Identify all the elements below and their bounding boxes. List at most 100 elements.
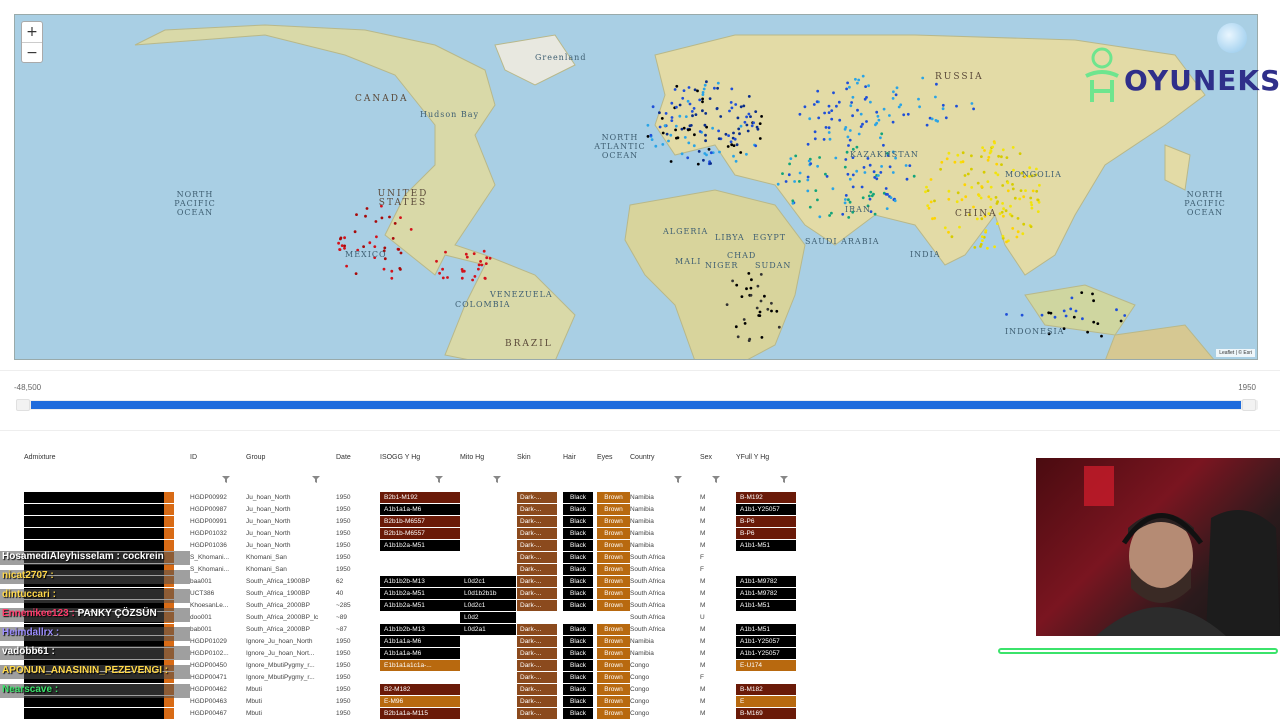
sample-marker[interactable] bbox=[859, 112, 863, 116]
range-handle-min[interactable] bbox=[16, 399, 30, 411]
sample-marker[interactable] bbox=[1001, 202, 1004, 205]
sample-marker[interactable] bbox=[477, 267, 480, 271]
sample-marker[interactable] bbox=[373, 245, 377, 249]
sample-marker[interactable] bbox=[832, 91, 835, 95]
column-header-mito-hg[interactable]: Mito Hg bbox=[460, 454, 484, 461]
sample-marker[interactable] bbox=[844, 158, 848, 161]
sample-marker[interactable] bbox=[743, 120, 747, 124]
sample-marker[interactable] bbox=[973, 246, 977, 249]
sample-marker[interactable] bbox=[680, 127, 684, 131]
sample-marker[interactable] bbox=[806, 142, 810, 146]
table-row[interactable]: HGDP00992 Ju_hoan_North 1950 B2b1-M192 Dark-… bbox=[20, 492, 800, 504]
sample-marker[interactable] bbox=[823, 111, 826, 115]
sample-marker[interactable] bbox=[929, 178, 933, 181]
sample-marker[interactable] bbox=[815, 100, 819, 104]
sample-marker[interactable] bbox=[446, 276, 449, 279]
range-handle-max[interactable] bbox=[1242, 399, 1256, 411]
sample-marker[interactable] bbox=[851, 114, 854, 118]
sample-marker[interactable] bbox=[1092, 320, 1096, 324]
sample-marker[interactable] bbox=[473, 275, 477, 278]
sample-marker[interactable] bbox=[438, 271, 441, 275]
sample-marker[interactable] bbox=[906, 112, 910, 116]
sample-marker[interactable] bbox=[895, 86, 899, 90]
sample-marker[interactable] bbox=[444, 250, 447, 254]
sample-marker[interactable] bbox=[1006, 181, 1010, 185]
sample-marker[interactable] bbox=[460, 276, 464, 280]
sample-marker[interactable] bbox=[848, 129, 852, 132]
sample-marker[interactable] bbox=[841, 212, 845, 216]
sample-marker[interactable] bbox=[739, 105, 743, 109]
sample-marker[interactable] bbox=[892, 90, 895, 94]
sample-marker[interactable] bbox=[931, 217, 934, 221]
sample-marker[interactable] bbox=[861, 74, 865, 78]
sample-marker[interactable] bbox=[848, 177, 852, 181]
sample-marker[interactable] bbox=[776, 182, 780, 186]
column-header-skin[interactable]: Skin bbox=[517, 454, 531, 461]
sample-marker[interactable] bbox=[747, 272, 751, 275]
sample-marker[interactable] bbox=[941, 103, 945, 107]
column-header-eyes[interactable]: Eyes bbox=[597, 454, 613, 461]
sample-marker[interactable] bbox=[732, 154, 735, 158]
sample-marker[interactable] bbox=[703, 123, 707, 127]
sample-marker[interactable] bbox=[984, 229, 988, 233]
sample-marker[interactable] bbox=[941, 107, 945, 111]
sample-marker[interactable] bbox=[867, 194, 871, 198]
sample-marker[interactable] bbox=[982, 170, 986, 174]
sample-marker[interactable] bbox=[816, 198, 819, 202]
sample-marker[interactable] bbox=[678, 114, 682, 118]
sample-marker[interactable] bbox=[995, 162, 999, 166]
sample-marker[interactable] bbox=[693, 133, 696, 137]
sample-marker[interactable] bbox=[926, 189, 930, 193]
sample-marker[interactable] bbox=[993, 245, 996, 249]
sample-marker[interactable] bbox=[754, 144, 758, 148]
sample-marker[interactable] bbox=[847, 144, 850, 147]
sample-marker[interactable] bbox=[1011, 183, 1014, 186]
sample-marker[interactable] bbox=[337, 241, 340, 245]
sample-marker[interactable] bbox=[979, 245, 982, 248]
sample-marker[interactable] bbox=[674, 124, 678, 128]
sample-marker[interactable] bbox=[746, 129, 750, 133]
sample-marker[interactable] bbox=[747, 95, 751, 98]
sample-marker[interactable] bbox=[828, 214, 831, 217]
sample-marker[interactable] bbox=[1029, 196, 1033, 200]
sample-marker[interactable] bbox=[861, 122, 864, 126]
sample-marker[interactable] bbox=[749, 293, 753, 297]
sample-marker[interactable] bbox=[857, 132, 861, 136]
sample-marker[interactable] bbox=[855, 145, 859, 149]
sample-marker[interactable] bbox=[875, 177, 879, 181]
sample-marker[interactable] bbox=[701, 91, 705, 94]
sample-marker[interactable] bbox=[882, 107, 886, 111]
sample-marker[interactable] bbox=[894, 93, 898, 97]
sample-marker[interactable] bbox=[1038, 183, 1041, 187]
sample-marker[interactable] bbox=[1053, 315, 1057, 319]
sample-marker[interactable] bbox=[735, 283, 739, 287]
sample-marker[interactable] bbox=[902, 113, 906, 117]
sample-marker[interactable] bbox=[806, 175, 810, 179]
sample-marker[interactable] bbox=[724, 132, 728, 136]
sample-marker[interactable] bbox=[775, 309, 779, 313]
sample-marker[interactable] bbox=[809, 162, 813, 166]
sample-marker[interactable] bbox=[808, 205, 812, 209]
sample-marker[interactable] bbox=[731, 279, 734, 283]
sample-marker[interactable] bbox=[1064, 314, 1068, 318]
sample-marker[interactable] bbox=[879, 171, 883, 174]
sample-marker[interactable] bbox=[687, 86, 691, 89]
sample-marker[interactable] bbox=[994, 171, 998, 175]
sample-marker[interactable] bbox=[891, 171, 895, 174]
sample-marker[interactable] bbox=[728, 109, 731, 113]
sample-marker[interactable] bbox=[905, 177, 909, 181]
sample-marker[interactable] bbox=[758, 122, 762, 125]
sample-marker[interactable] bbox=[736, 335, 740, 339]
sample-marker[interactable] bbox=[953, 160, 957, 164]
sample-marker[interactable] bbox=[340, 244, 344, 248]
sample-marker[interactable] bbox=[471, 278, 474, 282]
sample-marker[interactable] bbox=[683, 136, 687, 139]
sample-marker[interactable] bbox=[1092, 299, 1095, 303]
column-header-admixture[interactable]: Admixture bbox=[24, 454, 56, 461]
sample-marker[interactable] bbox=[884, 187, 888, 190]
sample-marker[interactable] bbox=[678, 103, 682, 107]
sample-marker[interactable] bbox=[950, 235, 954, 239]
sample-marker[interactable] bbox=[380, 216, 384, 220]
sample-marker[interactable] bbox=[1123, 314, 1127, 317]
sample-marker[interactable] bbox=[343, 236, 346, 240]
